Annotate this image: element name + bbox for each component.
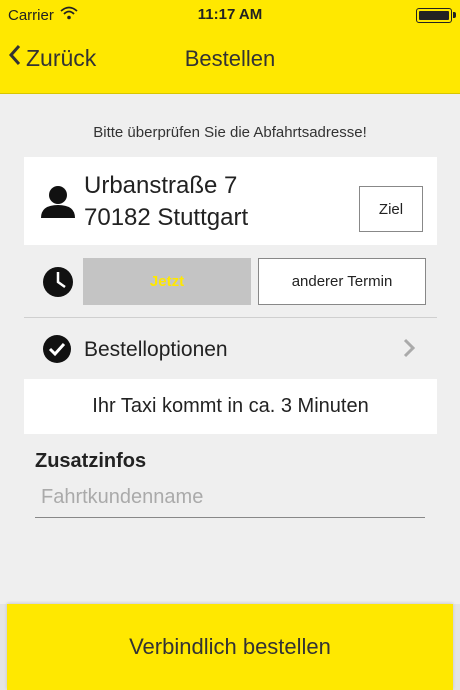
top-bar: Carrier 11:17 AM Zurück Bestellen bbox=[0, 0, 460, 94]
battery-icon bbox=[416, 8, 456, 23]
time-selection: Jetzt anderer Termin bbox=[24, 258, 437, 306]
navigation-bar: Zurück Bestellen bbox=[0, 30, 460, 90]
address-hint: Bitte überprüfen Sie die Abfahrtsadresse… bbox=[93, 124, 367, 141]
address-city: 70182 Stuttgart bbox=[84, 204, 249, 231]
pickup-address-card: Urbanstraße 7 70182 Stuttgart Ziel bbox=[24, 157, 437, 245]
now-button[interactable]: Jetzt bbox=[83, 258, 251, 305]
status-time: 11:17 AM bbox=[197, 6, 263, 23]
passenger-name-input[interactable] bbox=[35, 478, 425, 518]
status-bar: Carrier 11:17 AM bbox=[0, 0, 460, 30]
chevron-right-icon bbox=[403, 338, 416, 363]
order-options-label: Bestelloptionen bbox=[84, 338, 228, 361]
eta-card: Ihr Taxi kommt in ca. 3 Minuten bbox=[24, 379, 437, 434]
page-title: Bestellen bbox=[184, 46, 276, 71]
extra-info-title: Zusatzinfos bbox=[35, 450, 147, 472]
order-button[interactable]: Verbindlich bestellen bbox=[7, 604, 453, 690]
destination-button[interactable]: Ziel bbox=[359, 186, 423, 232]
check-circle-icon bbox=[42, 334, 72, 369]
divider bbox=[24, 317, 437, 318]
person-icon bbox=[40, 185, 76, 224]
other-time-button[interactable]: anderer Termin bbox=[258, 258, 426, 305]
address-street: Urbanstraße 7 bbox=[84, 172, 238, 199]
clock-icon bbox=[42, 266, 74, 303]
eta-text: Ihr Taxi kommt in ca. 3 Minuten bbox=[92, 395, 369, 417]
order-options-row[interactable]: Bestelloptionen bbox=[24, 320, 437, 378]
